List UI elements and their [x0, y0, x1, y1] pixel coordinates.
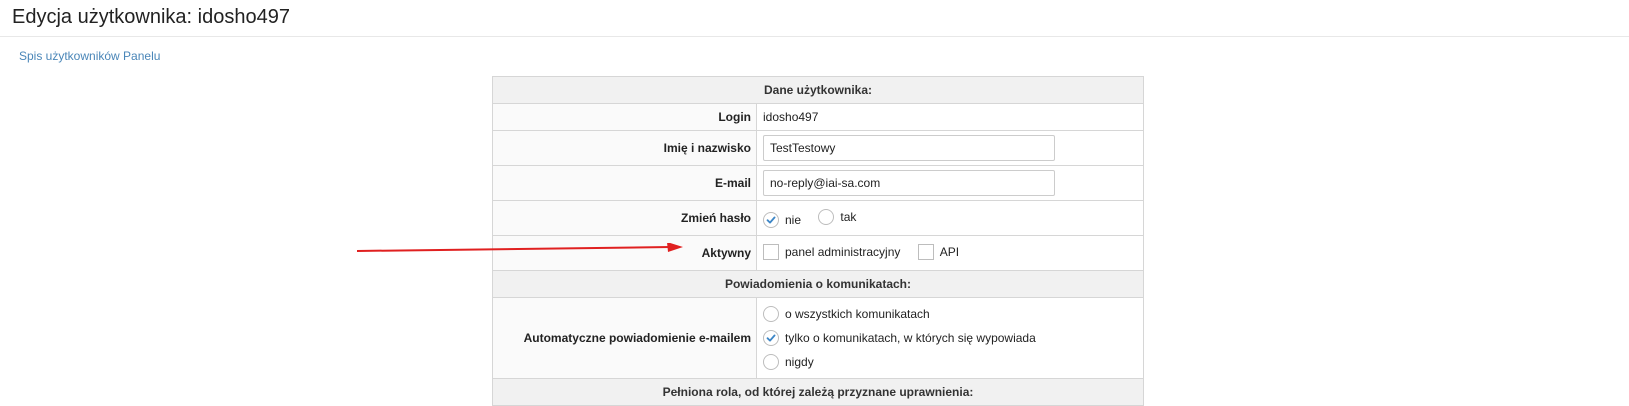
user-edit-form: Dane użytkownika: Login idosho497 Imię i…: [492, 76, 1144, 406]
title-divider: [0, 36, 1629, 37]
active-api-label: API: [939, 244, 960, 259]
auto-notify-options: o wszystkich komunikatach tylko o komuni…: [763, 302, 1143, 374]
password-option-no[interactable]: nie: [763, 211, 802, 228]
active-admin-panel-option[interactable]: panel administracyjny: [763, 243, 901, 260]
notify-all-option[interactable]: o wszystkich komunikatach: [763, 302, 1129, 326]
password-option-yes-label: tak: [840, 209, 857, 224]
radio-unchecked-icon[interactable]: [763, 354, 779, 370]
login-value: idosho497: [756, 103, 1144, 131]
annotation-arrow-icon: [356, 243, 683, 252]
section-notifications: Powiadomienia o komunikatach:: [492, 270, 1144, 298]
user-list-link[interactable]: Spis użytkowników Panelu: [19, 49, 160, 64]
radio-checked-icon[interactable]: [763, 330, 779, 346]
change-password-label: Zmień hasło: [492, 200, 757, 236]
section-user-data: Dane użytkownika:: [492, 76, 1144, 104]
active-admin-panel-label: panel administracyjny: [785, 244, 901, 259]
page-title: Edycja użytkownika: idosho497: [12, 6, 290, 28]
active-api-option[interactable]: API: [917, 243, 960, 260]
notify-participated-label: tylko o komunikatach, w których się wypo…: [785, 331, 1036, 345]
notify-participated-option[interactable]: tylko o komunikatach, w których się wypo…: [763, 326, 1129, 350]
password-option-yes[interactable]: tak: [818, 208, 857, 225]
checkbox-icon[interactable]: [763, 243, 779, 260]
radio-unchecked-icon[interactable]: [763, 306, 779, 322]
checkbox-icon[interactable]: [917, 243, 934, 260]
notify-never-option[interactable]: nigdy: [763, 350, 1129, 374]
name-input[interactable]: [763, 135, 1055, 161]
auto-notify-label: Automatyczne powiadomienie e-mailem: [492, 297, 757, 379]
notify-all-label: o wszystkich komunikatach: [785, 307, 930, 321]
email-label: E-mail: [492, 165, 757, 201]
radio-unchecked-icon[interactable]: [818, 208, 835, 225]
login-label: Login: [492, 103, 757, 131]
radio-checked-icon[interactable]: [763, 211, 779, 228]
notify-never-label: nigdy: [785, 355, 814, 369]
password-option-no-label: nie: [785, 212, 802, 227]
name-label: Imię i nazwisko: [492, 130, 757, 166]
email-input[interactable]: [763, 170, 1055, 196]
section-role: Pełniona rola, od której zależą przyznan…: [492, 378, 1144, 406]
